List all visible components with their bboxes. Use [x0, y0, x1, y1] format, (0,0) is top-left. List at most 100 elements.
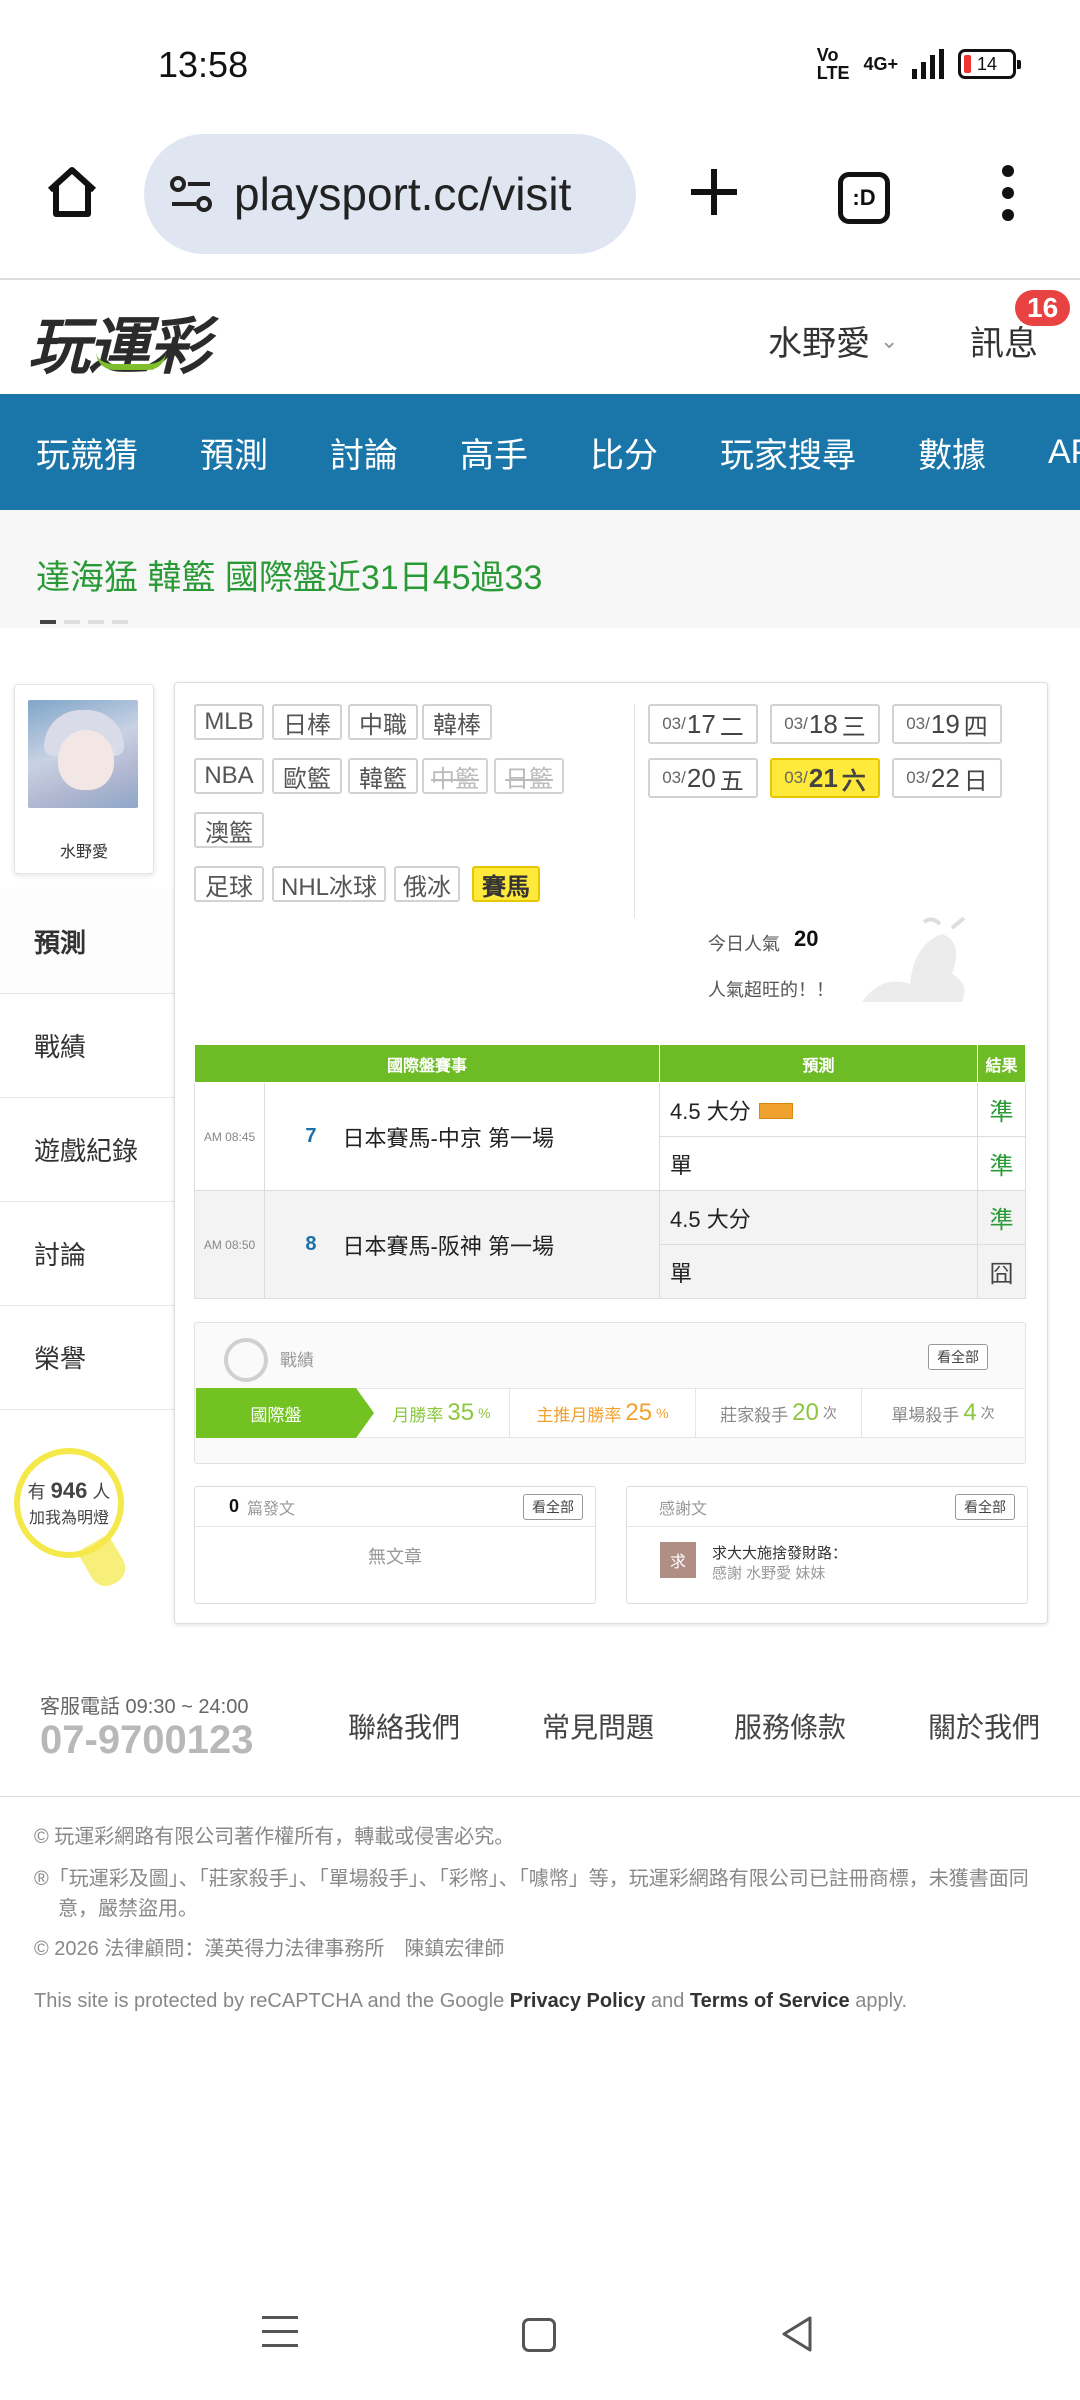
stat-main-monthly-win-rate: 主推月勝率 25%	[510, 1388, 696, 1438]
profile-menu-honor[interactable]: 榮譽	[0, 1306, 174, 1410]
page-dot[interactable]	[112, 620, 128, 624]
date-button-0317[interactable]: 03/17 二	[648, 704, 758, 744]
race-name[interactable]: 日本賽馬-中京 第一場	[322, 1082, 660, 1191]
sport-tag-cpbl[interactable]: 中職	[348, 704, 418, 740]
trademark-text: ®「玩運彩及圖」、「莊家殺手」、「單場殺手」、「彩幣」、「噱幣」等，玩運彩網路有…	[34, 1868, 1029, 1920]
popularity-text: 人氣超旺的！！	[708, 980, 834, 1000]
recaptcha-notice: This site is protected by reCAPTCHA and …	[34, 1990, 908, 2012]
stat-single-game-killer: 單場殺手 4 次	[891, 1399, 995, 1426]
new-tab-button[interactable]	[684, 162, 744, 222]
profile-menu-game-history[interactable]: 遊戲紀錄	[0, 1098, 174, 1202]
footer-link-about[interactable]: 關於我們	[928, 1706, 1040, 1746]
service-hours: 客服電話 09:30 ~ 24:00	[40, 1696, 249, 1718]
sport-tag-korea-basketball[interactable]: 韓籃	[348, 758, 418, 794]
page-dot[interactable]	[64, 620, 80, 624]
profile-menu-record[interactable]: 戰績	[0, 994, 174, 1098]
sport-tag-euro-basketball[interactable]: 歐籃	[272, 758, 342, 794]
nav-item-player-search[interactable]: 玩家搜尋	[684, 428, 856, 477]
nav-item-guess[interactable]: 玩競猜	[0, 428, 138, 477]
bulb-count-line: 有 946 人	[27, 1478, 111, 1503]
posts-view-all-button[interactable]: 看全部	[523, 1494, 583, 1520]
home-button[interactable]	[40, 160, 104, 224]
result-cell: 準	[977, 1136, 1026, 1191]
messages-badge: 16	[1015, 290, 1071, 326]
sport-tag-horse-racing[interactable]: 賽馬	[472, 866, 540, 902]
recent-apps-button[interactable]	[262, 2316, 298, 2358]
nav-item-scores[interactable]: 比分	[554, 428, 658, 477]
date-button-0322[interactable]: 03/22 日	[892, 758, 1002, 798]
status-icons: Vo LTE 4G+ 14	[817, 46, 1021, 82]
thanks-view-all-button[interactable]: 看全部	[955, 1494, 1015, 1520]
prediction-cell: 4.5 大分	[659, 1190, 978, 1245]
home-icon	[47, 167, 97, 217]
popularity-value: 20	[794, 926, 819, 951]
target-icon	[224, 1338, 268, 1382]
main-nav: 玩競猜 預測 討論 高手 比分 玩家搜尋 數據 APP	[0, 394, 1080, 510]
page-dot[interactable]	[88, 620, 104, 624]
profile-menu-discuss[interactable]: 討論	[0, 1202, 174, 1306]
user-menu-name: 水野愛	[768, 325, 870, 363]
nav-item-predict[interactable]: 預測	[164, 428, 268, 477]
sport-tag-australia-basketball[interactable]: 澳籃	[194, 812, 264, 848]
sport-tag-khl[interactable]: 俄冰	[394, 866, 460, 902]
result-cell: 準	[977, 1190, 1026, 1245]
nav-item-app[interactable]: APP	[1012, 433, 1080, 472]
filter-divider	[634, 704, 635, 918]
avatar-face	[58, 730, 114, 790]
service-phone[interactable]: 07-9700123	[40, 1718, 254, 1763]
bulb-follow-text: 加我為明燈	[28, 1510, 109, 1527]
terms-of-service-link[interactable]: Terms of Service	[690, 1990, 850, 2012]
date-button-0319[interactable]: 03/19 四	[892, 704, 1002, 744]
android-home-button[interactable]	[522, 2318, 556, 2352]
page-dot[interactable]	[40, 620, 56, 624]
back-button[interactable]	[776, 2312, 820, 2356]
browser-menu-button[interactable]	[990, 160, 1026, 226]
featured-pick-icon	[758, 1102, 793, 1119]
site-settings-icon	[170, 176, 212, 212]
posts-count: 0	[229, 1496, 240, 1516]
sport-tag-soccer[interactable]: 足球	[194, 866, 264, 902]
avatar[interactable]	[28, 700, 138, 808]
privacy-policy-link[interactable]: Privacy Policy	[510, 1990, 646, 2012]
mascot-decoration	[862, 916, 966, 1002]
prediction-cell: 單	[659, 1136, 978, 1191]
battery-level: 14	[976, 53, 998, 74]
nav-item-discuss[interactable]: 討論	[294, 428, 398, 477]
thanks-title: 感謝文	[659, 1500, 708, 1518]
tab-switcher-button[interactable]: :D	[838, 172, 890, 224]
profile-menu-predict[interactable]: 預測	[0, 890, 174, 994]
date-button-0318[interactable]: 03/18 三	[770, 704, 880, 744]
table-header-event: 國際盤賽事	[194, 1044, 660, 1083]
stat-banker-killer: 莊家殺手 20 次	[696, 1388, 862, 1438]
lightbulb-follow-button[interactable]: 有 946 人 加我為明燈	[14, 1448, 124, 1558]
footer-link-contact[interactable]: 聯絡我們	[348, 1706, 460, 1746]
table-header-prediction: 預測	[659, 1044, 978, 1083]
record-view-all-button[interactable]: 看全部	[928, 1344, 988, 1370]
more-vertical-icon	[1002, 165, 1014, 221]
back-triangle-icon	[782, 2316, 812, 2352]
profile-menu: 預測 戰績 遊戲紀錄 討論 榮譽	[0, 890, 174, 1410]
nav-item-data[interactable]: 數據	[882, 428, 986, 477]
table-row: AM 08:45 7 日本賽馬-中京 第一場 4.5 大分 準	[194, 1082, 1026, 1191]
nav-item-experts[interactable]: 高手	[424, 428, 528, 477]
thanks-avatar[interactable]: 求	[660, 1542, 696, 1578]
footer-link-faq[interactable]: 常見問題	[542, 1706, 654, 1746]
race-name[interactable]: 日本賽馬-阪神 第一場	[322, 1190, 660, 1299]
sport-tag-nba[interactable]: NBA	[194, 758, 264, 794]
sport-tag-kbo[interactable]: 韓棒	[422, 704, 492, 740]
thanks-text[interactable]: 求大大施捨發財路：	[712, 1542, 847, 1563]
footer-link-terms[interactable]: 服務條款	[734, 1706, 846, 1746]
user-menu[interactable]: 水野愛 ⌄	[768, 316, 898, 365]
battery-icon: 14	[958, 49, 1021, 79]
sport-tag-nhl[interactable]: NHL冰球	[272, 866, 386, 902]
sport-tag-mlb[interactable]: MLB	[194, 704, 264, 740]
posts-empty-text: 無文章	[368, 1547, 422, 1567]
date-button-0321[interactable]: 03/21 六	[770, 758, 880, 798]
address-bar[interactable]: playsport.cc/visit	[144, 134, 636, 254]
ticker-text[interactable]: 達海猛 韓籃 國際盤近31日45過33	[36, 550, 542, 599]
sport-tag-npb[interactable]: 日棒	[272, 704, 342, 740]
site-logo[interactable]: 玩運彩	[28, 296, 210, 386]
record-tab-international[interactable]: 國際盤	[196, 1388, 374, 1438]
date-button-0320[interactable]: 03/20 五	[648, 758, 758, 798]
copyright-text: © 玩運彩網路有限公司著作權所有，轉載或侵害必究。	[34, 1826, 515, 1848]
